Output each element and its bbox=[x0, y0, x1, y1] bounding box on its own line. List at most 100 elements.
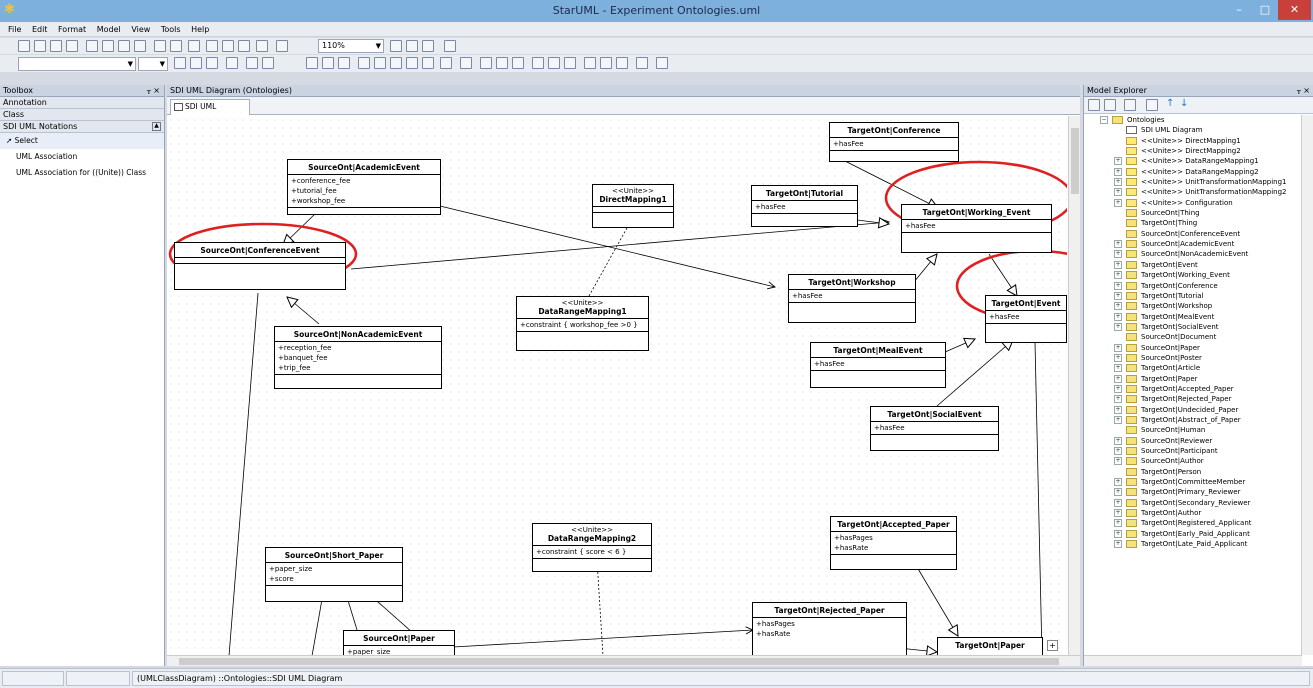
add-element-icon[interactable] bbox=[1124, 99, 1136, 111]
spacing-2-icon[interactable] bbox=[600, 57, 612, 69]
class-non-academic-event[interactable]: SourceOnt|NonAcademicEvent +reception_fe… bbox=[274, 326, 442, 389]
sort-asc-icon[interactable] bbox=[1088, 99, 1100, 111]
spacing-3-icon[interactable] bbox=[616, 57, 628, 69]
expand-icon[interactable]: + bbox=[1114, 240, 1122, 249]
tree-item[interactable]: <<Unite>> DirectMapping2 bbox=[1084, 146, 1302, 156]
send-back-icon[interactable] bbox=[374, 57, 386, 69]
generalization-line[interactable] bbox=[287, 297, 320, 325]
save-icon[interactable] bbox=[50, 40, 62, 52]
properties-icon[interactable] bbox=[256, 40, 268, 52]
tree-item[interactable]: + <<Unite>> DataRangeMapping1 bbox=[1084, 156, 1302, 166]
association-line[interactable] bbox=[452, 630, 753, 648]
expand-icon[interactable]: + bbox=[1114, 529, 1122, 538]
tree-item[interactable]: SourceOnt|Document bbox=[1084, 332, 1302, 342]
line-color-icon[interactable] bbox=[190, 57, 202, 69]
expand-icon[interactable]: + bbox=[1114, 374, 1122, 383]
expand-icon[interactable]: + bbox=[1114, 178, 1122, 187]
maximize-button[interactable]: □ bbox=[1252, 0, 1278, 20]
diagram-2-icon[interactable] bbox=[222, 40, 234, 52]
tree-item[interactable]: + TargetOnt|CommitteeMember bbox=[1084, 477, 1302, 487]
explorer-vertical-scrollbar[interactable] bbox=[1301, 115, 1313, 655]
generalization-line[interactable] bbox=[844, 160, 938, 208]
tree-item[interactable]: + TargetOnt|Working_Event bbox=[1084, 270, 1302, 280]
tree-item[interactable]: TargetOnt|Thing bbox=[1084, 218, 1302, 228]
align-left-icon[interactable] bbox=[306, 57, 318, 69]
class-target-meal-event[interactable]: TargetOnt|MealEvent +hasFee bbox=[810, 342, 946, 388]
toolbox-item-uml-association-unite[interactable]: UML Association for ((Unite)) Class bbox=[0, 165, 164, 181]
menu-tools[interactable]: Tools bbox=[161, 22, 181, 37]
generalization-line[interactable] bbox=[944, 339, 975, 353]
move-up-icon[interactable]: ↑ bbox=[1166, 98, 1174, 109]
tree-item[interactable]: + SourceOnt|AcademicEvent bbox=[1084, 239, 1302, 249]
link-icon[interactable] bbox=[636, 57, 648, 69]
expand-icon[interactable]: + bbox=[1114, 157, 1122, 166]
menu-edit[interactable]: Edit bbox=[32, 22, 48, 37]
scroll-thumb[interactable] bbox=[179, 658, 1059, 665]
tree-item[interactable]: + SourceOnt|Reviewer bbox=[1084, 436, 1302, 446]
expand-icon[interactable]: + bbox=[1114, 198, 1122, 207]
tree-item[interactable]: + TargetOnt|Early_Paid_Applicant bbox=[1084, 529, 1302, 539]
expand-icon[interactable]: + bbox=[1114, 540, 1122, 549]
expand-icon[interactable]: + bbox=[1114, 478, 1122, 487]
class-source-short-paper[interactable]: SourceOnt|Short_Paper +paper_size +score bbox=[265, 547, 403, 602]
expand-icon[interactable]: + bbox=[1114, 405, 1122, 414]
expand-icon[interactable]: + bbox=[1114, 322, 1122, 331]
class-target-accepted-paper[interactable]: TargetOnt|Accepted_Paper +hasPages +hasR… bbox=[830, 516, 957, 570]
stereotype-icon[interactable] bbox=[390, 57, 402, 69]
copy-icon[interactable] bbox=[102, 40, 114, 52]
association-line[interactable] bbox=[228, 292, 259, 656]
tree-item[interactable]: + <<Unite>> Configuration bbox=[1084, 198, 1302, 208]
auto-resize-icon[interactable] bbox=[246, 57, 258, 69]
line-style-icon[interactable] bbox=[226, 57, 238, 69]
tree-item[interactable]: SourceOnt|Human bbox=[1084, 425, 1302, 435]
expand-icon[interactable]: + bbox=[1114, 291, 1122, 300]
diagram-icon[interactable] bbox=[206, 40, 218, 52]
association-line[interactable] bbox=[350, 222, 889, 270]
toolbox-item-select[interactable]: ➚ Select bbox=[0, 133, 164, 149]
refresh-icon[interactable] bbox=[444, 40, 456, 52]
class-data-range-mapping2[interactable]: <<Unite>> DataRangeMapping2 +constraint … bbox=[532, 523, 652, 572]
tree-item[interactable]: + <<Unite>> UnitTransformationMapping2 bbox=[1084, 187, 1302, 197]
tree-item[interactable]: + TargetOnt|Rejected_Paper bbox=[1084, 394, 1302, 404]
close-button[interactable]: ✕ bbox=[1278, 0, 1311, 20]
tree-item[interactable]: + TargetOnt|Secondary_Reviewer bbox=[1084, 498, 1302, 508]
sort-desc-icon[interactable] bbox=[1104, 99, 1116, 111]
expand-icon[interactable]: + bbox=[1114, 498, 1122, 507]
menu-model[interactable]: Model bbox=[97, 22, 121, 37]
class-target-event[interactable]: TargetOnt|Event +hasFee bbox=[985, 295, 1067, 343]
layout-2-icon[interactable] bbox=[496, 57, 508, 69]
tree-item[interactable]: + TargetOnt|Registered_Applicant bbox=[1084, 518, 1302, 528]
expand-icon[interactable]: + bbox=[1114, 447, 1122, 455]
tree-item[interactable]: SDI UML Diagram bbox=[1084, 125, 1302, 135]
settings-icon[interactable] bbox=[276, 40, 288, 52]
tree-item[interactable]: + <<Unite>> UnitTransformationMapping1 bbox=[1084, 177, 1302, 187]
move-down-icon[interactable]: ↓ bbox=[1180, 98, 1188, 109]
expand-icon[interactable]: + bbox=[1114, 312, 1122, 321]
minimize-button[interactable]: – bbox=[1226, 0, 1252, 20]
tree-item[interactable]: + SourceOnt|Author bbox=[1084, 456, 1302, 466]
tree-item[interactable]: + TargetOnt|Paper bbox=[1084, 374, 1302, 384]
generalization-line[interactable] bbox=[936, 340, 1013, 407]
collapse-icon[interactable]: − bbox=[1100, 116, 1108, 124]
expand-canvas-icon[interactable]: + bbox=[1047, 640, 1058, 651]
class-direct-mapping1[interactable]: <<Unite>> DirectMapping1 bbox=[592, 184, 674, 228]
class-academic-event[interactable]: SourceOnt|AcademicEvent +conference_fee … bbox=[287, 159, 441, 215]
generalization-line[interactable] bbox=[856, 220, 889, 224]
zoom-select[interactable]: 110% ▼ bbox=[318, 39, 384, 53]
tree-item[interactable]: + <<Unite>> DataRangeMapping2 bbox=[1084, 167, 1302, 177]
font-size-select[interactable]: ▼ bbox=[138, 57, 168, 71]
tree-item[interactable]: + TargetOnt|Undecided_Paper bbox=[1084, 405, 1302, 415]
tree-item[interactable]: + TargetOnt|SocialEvent bbox=[1084, 322, 1302, 332]
expand-icon[interactable]: + bbox=[1114, 384, 1122, 393]
toolbox-category-class[interactable]: Class bbox=[0, 109, 164, 121]
expand-icon[interactable]: + bbox=[1114, 188, 1122, 197]
class-target-tutorial[interactable]: TargetOnt|Tutorial +hasFee bbox=[751, 185, 858, 227]
class-target-rejected-paper[interactable]: TargetOnt|Rejected_Paper +hasPages +hasR… bbox=[752, 602, 907, 656]
open-file-icon[interactable] bbox=[34, 40, 46, 52]
tree-item[interactable]: + TargetOnt|MealEvent bbox=[1084, 312, 1302, 322]
tree-item[interactable]: + TargetOnt|Conference bbox=[1084, 281, 1302, 291]
tree-item[interactable]: + SourceOnt|Poster bbox=[1084, 353, 1302, 363]
diagram-vertical-scrollbar[interactable] bbox=[1068, 116, 1080, 656]
explorer-horizontal-scrollbar[interactable] bbox=[1084, 655, 1302, 666]
new-file-icon[interactable] bbox=[18, 40, 30, 52]
